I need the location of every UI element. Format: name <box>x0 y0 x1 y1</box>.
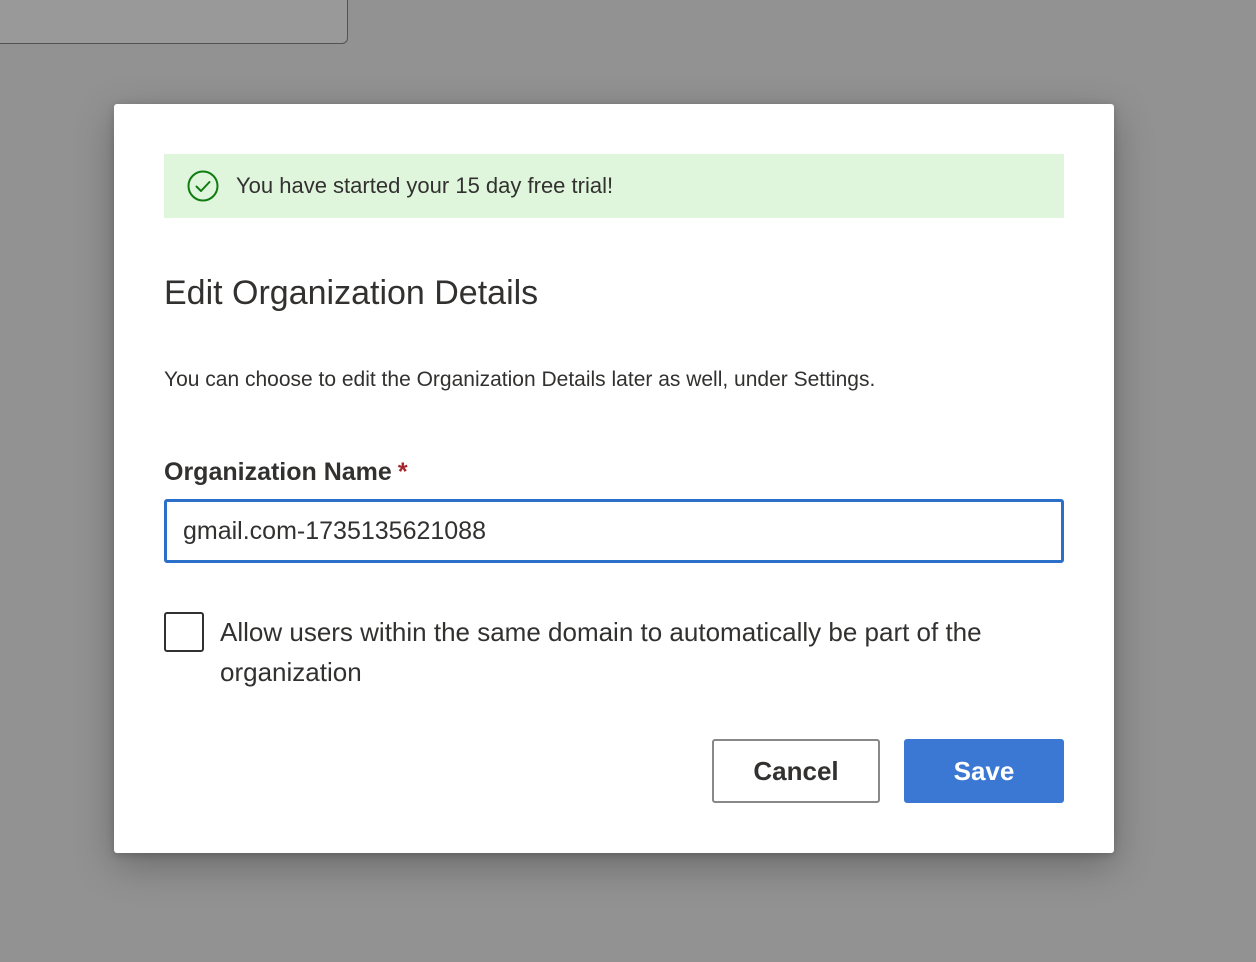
auto-join-option: Allow users within the same domain to au… <box>164 612 1064 692</box>
cancel-button[interactable]: Cancel <box>712 739 880 803</box>
save-button[interactable]: Save <box>904 739 1064 803</box>
trial-success-banner: You have started your 15 day free trial! <box>164 154 1064 218</box>
dialog-title: Edit Organization Details <box>164 274 539 312</box>
organization-name-input[interactable] <box>164 499 1064 563</box>
organization-name-label-text: Organization Name <box>164 458 392 486</box>
organization-name-label: Organization Name * <box>164 456 408 488</box>
auto-join-checkbox[interactable] <box>164 612 204 652</box>
edit-organization-dialog: You have started your 15 day free trial!… <box>114 104 1114 853</box>
banner-message: You have started your 15 day free trial! <box>236 173 614 198</box>
required-asterisk: * <box>397 458 408 486</box>
check-circle-icon <box>186 169 220 203</box>
auto-join-checkbox-label[interactable]: Allow users within the same domain to au… <box>220 612 1064 692</box>
dialog-description: You can choose to edit the Organization … <box>164 368 876 391</box>
